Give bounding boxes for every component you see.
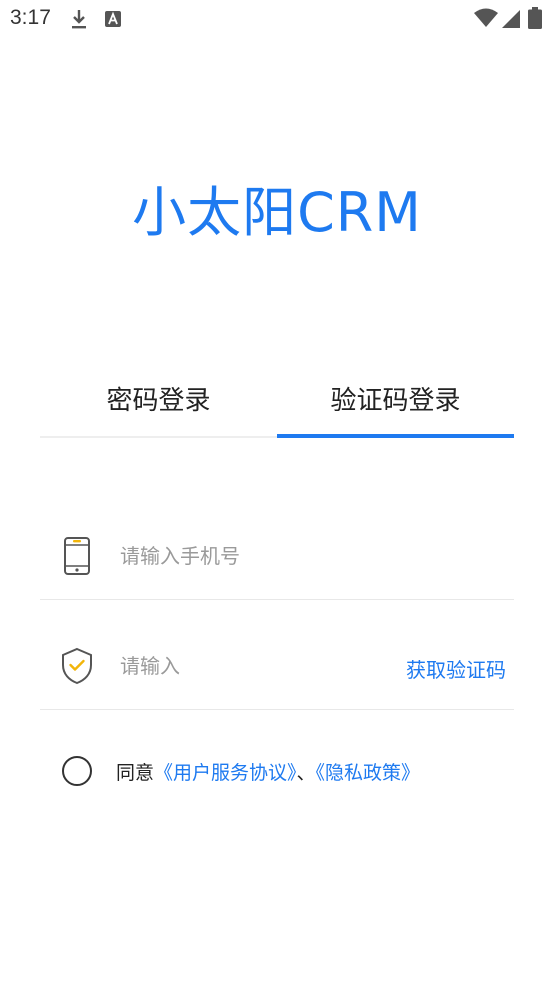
agreement-radio[interactable]: [62, 756, 92, 786]
phone-row: [40, 490, 514, 600]
privacy-policy-link[interactable]: 《隐私政策》: [316, 762, 421, 784]
battery-icon: [528, 7, 542, 29]
font-a-icon: [105, 11, 121, 27]
user-agreement-link[interactable]: 《用户服务协议》: [154, 762, 297, 784]
status-bar: 3:17: [0, 0, 554, 38]
download-icon: [72, 10, 86, 29]
app-title: 小太阳CRM: [132, 181, 422, 244]
signal-icon: [502, 10, 520, 28]
tab-password-login[interactable]: 密码登录: [40, 370, 277, 436]
wifi-icon: [474, 8, 498, 27]
code-row: 获取验证码: [40, 600, 514, 710]
code-input[interactable]: [120, 646, 340, 686]
get-code-button[interactable]: 获取验证码: [406, 654, 506, 683]
login-tabs: 密码登录 验证码登录: [40, 370, 514, 438]
shield-check-icon: [62, 647, 92, 685]
agreement-text: 同意《用户服务协议》、《隐私政策》: [116, 758, 420, 785]
phone-icon: [64, 537, 90, 575]
tab-code-login[interactable]: 验证码登录: [277, 370, 514, 436]
active-tab-indicator: [277, 434, 514, 438]
agreement-row: 同意《用户服务协议》、《隐私政策》: [62, 755, 522, 789]
agreement-prefix: 同意: [116, 762, 155, 784]
agreement-separator: 、: [296, 762, 316, 784]
phone-input[interactable]: [120, 536, 380, 576]
status-time: 3:17: [10, 6, 51, 29]
